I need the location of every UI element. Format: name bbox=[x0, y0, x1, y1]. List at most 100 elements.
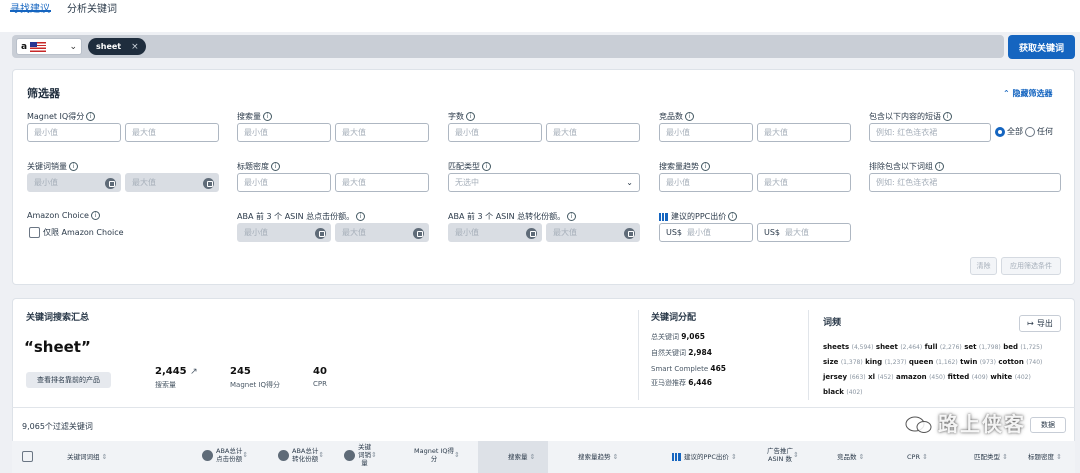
data-button[interactable]: 数据 bbox=[1030, 417, 1066, 433]
col-ppc-bid[interactable]: 建议的PPC出价 ⇕ bbox=[672, 453, 737, 461]
col-search-volume-trend[interactable]: 搜索量趋势 ⇕ bbox=[578, 453, 618, 461]
match-type-select[interactable]: 无选中 ⌄ bbox=[448, 173, 640, 192]
info-icon[interactable]: i bbox=[728, 212, 738, 221]
divider bbox=[808, 310, 809, 400]
freq-word: sheets bbox=[823, 343, 850, 351]
freq-count: (402) bbox=[1014, 374, 1031, 381]
select-all-checkbox[interactable] bbox=[22, 451, 33, 462]
info-icon[interactable]: i bbox=[466, 112, 475, 121]
col-label: Magnet IQ得 分 bbox=[414, 447, 454, 463]
search-volume-value: 2,445 ↗ bbox=[155, 366, 198, 377]
chevron-down-icon: ⌄ bbox=[69, 41, 77, 52]
get-keywords-button[interactable]: 获取关键词 bbox=[1008, 35, 1075, 59]
info-icon[interactable]: i bbox=[482, 162, 491, 171]
freq-word: white bbox=[990, 373, 1013, 381]
active-tab-indicator bbox=[10, 10, 51, 12]
marketplace-select[interactable]: a ⌄ bbox=[16, 38, 82, 55]
distribution-row: 亚马逊推荐 6,446 bbox=[651, 378, 712, 388]
dist-value: 2,984 bbox=[688, 348, 712, 357]
col-sponsored-asins[interactable]: 广告推广 ASIN 数 ⇕ bbox=[767, 447, 799, 463]
sv-trend-max-input[interactable]: 最大值 bbox=[757, 173, 851, 192]
summary-keyword: “sheet” bbox=[24, 338, 91, 356]
info-icon[interactable]: i bbox=[90, 211, 100, 220]
keyword-search-bar[interactable]: a ⌄ sheet × bbox=[12, 35, 1004, 58]
amazon-choice-only-checkbox[interactable]: 仅限 Amazon Choice bbox=[29, 227, 124, 238]
tab-find-suggestions[interactable]: 寻找建议 bbox=[10, 0, 50, 15]
freq-word: sheet bbox=[875, 343, 898, 351]
title-density-max-input[interactable]: 最大值 bbox=[335, 173, 429, 192]
watermark-text: 路上侠客 bbox=[938, 412, 1026, 436]
word-count-max-input[interactable]: 最大值 bbox=[546, 123, 640, 142]
include-phrases-input[interactable]: 例如: 红色连衣裙 bbox=[869, 123, 991, 142]
ppc-min-input[interactable]: US$ 最小值 bbox=[659, 223, 753, 242]
col-cpr[interactable]: CPR ⇕ bbox=[907, 453, 928, 461]
hide-filters-label: 隐藏筛选器 bbox=[1012, 89, 1053, 98]
title-density-min-input[interactable]: 最小值 bbox=[237, 173, 331, 192]
close-icon[interactable]: × bbox=[131, 42, 139, 52]
match-type-label: 匹配类型 i bbox=[448, 161, 491, 172]
col-label: 搜索量趋势 bbox=[578, 453, 611, 461]
sv-trend-min-input[interactable]: 最小值 bbox=[659, 173, 753, 192]
col-aba-conv-share[interactable]: ABA总计 转化份额 ⇕ bbox=[278, 447, 324, 463]
lock-icon bbox=[315, 228, 326, 239]
competing-products-label: 竞品数 i bbox=[659, 111, 694, 122]
col-magnet-iq[interactable]: Magnet IQ得 分 ⇕ bbox=[414, 447, 460, 463]
search-volume-min-input[interactable]: 最小值 bbox=[237, 123, 331, 142]
info-icon[interactable]: i bbox=[263, 112, 272, 121]
magnet-iq-min-input[interactable]: 最小值 bbox=[27, 123, 121, 142]
col-title-density[interactable]: 标题密度 ⇕ bbox=[1028, 453, 1062, 461]
info-icon[interactable]: i bbox=[271, 162, 280, 171]
exclude-phrases-input[interactable]: 例如: 红色连衣裙 bbox=[869, 173, 1061, 192]
col-keyword-phrase[interactable]: 关键词词组 ⇕ bbox=[67, 453, 107, 461]
aba-click-share-label: ABA 前 3 个 ASIN 总点击份额。 i bbox=[237, 211, 366, 222]
competing-min-input[interactable]: 最小值 bbox=[659, 123, 753, 142]
aba-click-text: ABA 前 3 个 ASIN 总点击份额。 bbox=[237, 212, 355, 221]
view-top-products-button[interactable]: 查看排名靠前的产品 bbox=[26, 372, 111, 388]
trend-chart-icon[interactable]: ↗ bbox=[190, 367, 198, 377]
search-volume-max-input[interactable]: 最大值 bbox=[335, 123, 429, 142]
col-match-type[interactable]: 匹配类型 ⇕ bbox=[974, 453, 1008, 461]
radio-all[interactable] bbox=[995, 126, 1005, 137]
bar-chart-icon bbox=[672, 453, 681, 461]
radio-any[interactable] bbox=[1025, 126, 1035, 137]
amazon-choice-label: Amazon Choice i bbox=[27, 211, 100, 220]
bar-chart-icon bbox=[659, 212, 668, 221]
info-icon[interactable]: i bbox=[356, 212, 366, 221]
col-competing[interactable]: 竞品数 ⇕ bbox=[837, 453, 864, 461]
info-icon[interactable]: i bbox=[685, 112, 694, 121]
tab-analyze-keywords[interactable]: 分析关键词 bbox=[67, 0, 117, 15]
magnet-iq-max-input[interactable]: 最大值 bbox=[125, 123, 219, 142]
magnet-iq-value: 245 bbox=[230, 366, 251, 377]
col-search-volume[interactable]: 搜索量 ⇕ bbox=[508, 453, 535, 461]
word-count-min-input[interactable]: 最小值 bbox=[448, 123, 542, 142]
keyword-chip-label: sheet bbox=[96, 42, 122, 51]
col-aba-click-share[interactable]: ABA总计 点击份额 ⇕ bbox=[202, 447, 248, 463]
info-icon[interactable]: i bbox=[69, 162, 78, 171]
freq-count: (450) bbox=[929, 374, 946, 381]
freq-count: (663) bbox=[849, 374, 866, 381]
include-text: 包含以下内容的短语 bbox=[869, 112, 941, 121]
info-icon[interactable]: i bbox=[567, 212, 577, 221]
col-keyword-sales[interactable]: 关键 词销 量 ⇕ bbox=[344, 443, 377, 467]
hide-filters-link[interactable]: ⌃ 隐藏筛选器 bbox=[1003, 88, 1053, 99]
sort-icon: ⇕ bbox=[922, 453, 928, 461]
info-icon[interactable]: i bbox=[701, 162, 710, 171]
export-button[interactable]: ↦ 导出 bbox=[1019, 315, 1061, 332]
apply-filters-button[interactable]: 应用筛选条件 bbox=[1001, 257, 1061, 275]
info-icon[interactable]: i bbox=[943, 112, 952, 121]
freq-count: (1,162) bbox=[935, 359, 958, 366]
info-icon[interactable]: i bbox=[86, 112, 96, 121]
keyword-sales-min-input: 最小值 bbox=[27, 173, 121, 192]
competing-max-input[interactable]: 最大值 bbox=[757, 123, 851, 142]
clear-filters-button[interactable]: 清除 bbox=[970, 257, 997, 275]
info-icon[interactable]: i bbox=[935, 162, 944, 171]
amazon-choice-only-label: 仅限 Amazon Choice bbox=[43, 228, 124, 237]
freq-count: (2,464) bbox=[900, 344, 923, 351]
lock-icon bbox=[203, 178, 214, 189]
lock-icon bbox=[344, 449, 355, 461]
checkbox-box[interactable] bbox=[29, 227, 40, 238]
keyword-chip[interactable]: sheet × bbox=[88, 38, 146, 55]
freq-word: jersey bbox=[823, 373, 848, 381]
ppc-max-input[interactable]: US$ 最大值 bbox=[757, 223, 851, 242]
lock-icon bbox=[526, 228, 537, 239]
